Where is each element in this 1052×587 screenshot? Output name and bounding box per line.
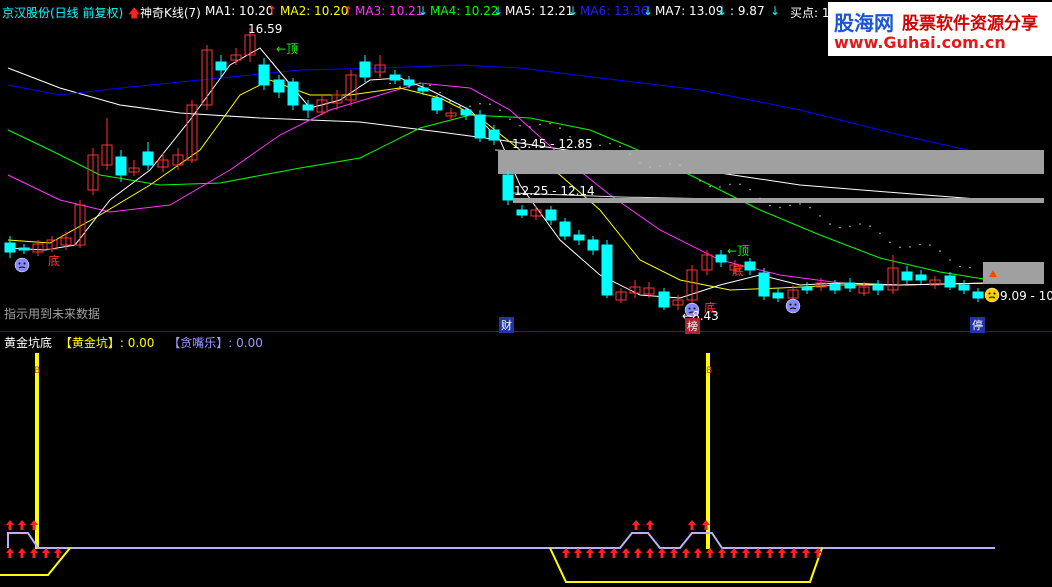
red-arrow-icon: [742, 548, 750, 558]
signal-marker-2: B: [706, 366, 713, 376]
red-arrow-icon: [562, 548, 570, 558]
red-arrow-icon: [718, 548, 726, 558]
red-arrow-icon: [30, 548, 38, 558]
top-label-1: ←顶: [276, 42, 299, 56]
sub-indicator-chart[interactable]: [0, 0, 1052, 587]
ma3-value: MA3: 10.21: [355, 4, 424, 18]
red-arrow-icon: [658, 548, 666, 558]
red-arrow-icon: [766, 548, 774, 558]
signal-marker-1: B: [34, 366, 41, 376]
red-arrow-icon: [646, 548, 654, 558]
ma1-arrow-icon: ↑: [267, 4, 278, 18]
signal-bar-1: [35, 353, 39, 549]
stock-title[interactable]: 京汉股份(日线 前复权): [2, 4, 123, 21]
badge-ranking[interactable]: 榜: [685, 318, 700, 334]
red-arrow-icon: [18, 548, 26, 558]
indicator-name[interactable]: 神奇K线(7): [140, 4, 201, 21]
red-arrow-icon: [634, 548, 642, 558]
red-arrow-icon: [18, 520, 26, 530]
red-arrow-icon: [54, 548, 62, 558]
ma7-value: MA7: 13.09: [655, 4, 724, 18]
red-arrow-icon: [646, 520, 654, 530]
red-arrow-icon: [6, 520, 14, 530]
logo-slogan: 股票软件资源分享: [902, 14, 1038, 34]
series1-value: : 0.00: [119, 336, 155, 350]
red-arrow-icon: [778, 548, 786, 558]
red-arrow-icon: [682, 548, 690, 558]
red-arrow-icon: [622, 548, 630, 558]
badge-finance[interactable]: 财: [499, 317, 514, 333]
baseline-line: [7, 532, 995, 549]
red-arrow-icon: [670, 548, 678, 558]
ma2-arrow-icon: ↑: [343, 4, 354, 18]
series1-label: 【黄金坑】: [59, 336, 120, 350]
red-arrow-icon: [790, 548, 798, 558]
series2-label: 【贪嘴乐】: [168, 336, 229, 350]
ma1-value: MA1: 10.20: [205, 4, 274, 18]
ma2-value: MA2: 10.20: [280, 4, 349, 18]
red-arrow-icon: [694, 548, 702, 558]
sub-indicator-name[interactable]: 黄金坑底: [4, 336, 52, 350]
red-arrow-icon: [574, 548, 582, 558]
badge-suspended[interactable]: 停: [970, 317, 985, 333]
site-logo: 股海网 股票软件资源分享 www.Guhai.com.cn: [828, 2, 1052, 56]
buy-point-value: 买点: 1: [790, 6, 830, 20]
red-arrow-icon: [706, 548, 714, 558]
arrow-up-icon: 🡅: [128, 6, 141, 20]
extra-arrow-icon: ↓: [770, 4, 781, 18]
high-price-label: 16.59: [248, 22, 283, 36]
ma6-arrow-icon: ↓: [643, 4, 654, 18]
red-arrow-icon: [586, 548, 594, 558]
zone-right-label: 9.09 - 10.: [1000, 289, 1052, 303]
bottom-label-1: 底: [48, 254, 61, 268]
red-arrow-icon: [632, 520, 640, 530]
logo-brand: 股海网: [834, 11, 894, 35]
ma7-arrow-icon: ↓: [717, 4, 728, 18]
bottom-label-2: 底: [732, 264, 745, 278]
red-arrow-icon: [688, 520, 696, 530]
ma4-arrow-icon: ↓: [493, 4, 504, 18]
red-arrow-icon: [802, 548, 810, 558]
zone-lower-label: 12.25 - 12.14: [514, 184, 595, 198]
extra-value: : 9.87: [730, 4, 765, 18]
red-arrow-icon: [730, 548, 738, 558]
logo-url: www.Guhai.com.cn: [834, 33, 1006, 52]
ma5-value: MA5: 12.21: [505, 4, 574, 18]
ma6-value: MA6: 13.36: [580, 4, 649, 18]
red-arrow-icon: [754, 548, 762, 558]
ma5-arrow-icon: ↓: [568, 4, 579, 18]
ma3-arrow-icon: ↓: [418, 4, 429, 18]
top-label-2: ←顶: [727, 244, 750, 258]
future-data-hint: 指示用到未来数据: [4, 307, 101, 321]
ma4-value: MA4: 10.22: [430, 4, 499, 18]
red-arrow-icon: [42, 548, 50, 558]
zone-upper-label: 13.45 - 12.85: [512, 137, 593, 151]
red-arrow-icon: [610, 548, 618, 558]
series2-value: : 0.00: [228, 336, 263, 350]
signal-bar-2: [706, 353, 710, 549]
red-arrow-icon: [598, 548, 606, 558]
red-arrow-icon: [6, 548, 14, 558]
sub-indicator-legend: 黄金坑底 【黄金坑】: 0.00 【贪嘴乐】: 0.00: [4, 334, 263, 351]
